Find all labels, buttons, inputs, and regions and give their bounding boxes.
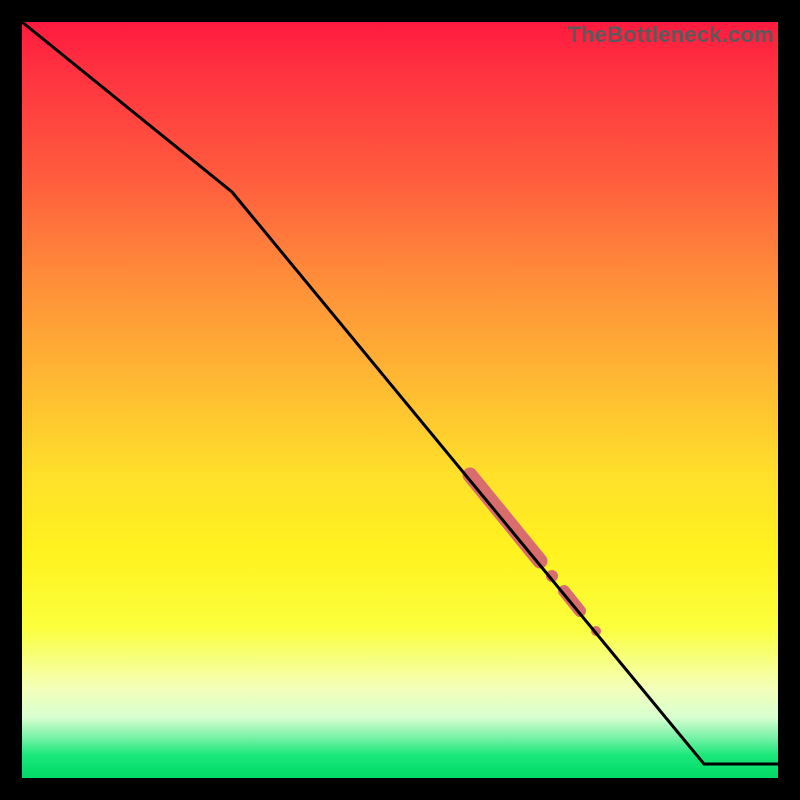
watermark-text: TheBottleneck.com [568,22,774,48]
highlight-band [470,475,601,636]
chart-overlay [22,22,778,778]
curve-line [22,22,778,764]
chart-frame: TheBottleneck.com [22,22,778,778]
